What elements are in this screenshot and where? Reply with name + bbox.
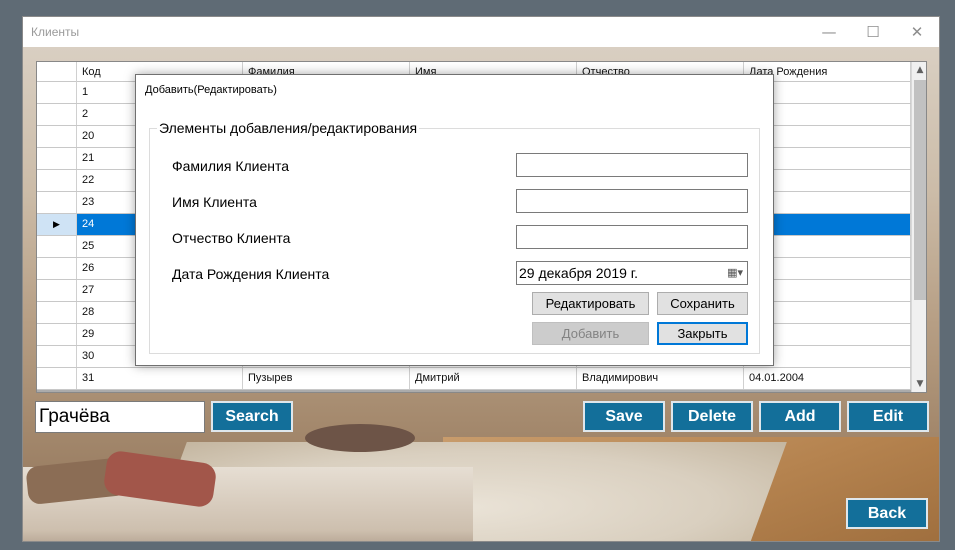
row-indicator-icon[interactable] [37,126,77,147]
dialog-add-button: Добавить [532,322,649,345]
cell-familiya[interactable]: Пузырев [243,368,410,389]
title-bar: Клиенты — ☐ ✕ [23,17,939,47]
imya-label: Имя Клиента [172,194,257,210]
grid-scrollbar[interactable]: ▲ ▼ [911,62,926,392]
cell-kod[interactable]: 31 [77,368,243,389]
cell-date[interactable]: 04.01.2004 [744,368,911,389]
table-row[interactable]: 31 Пузырев Дмитрий Владимирович 04.01.2004 [37,368,911,390]
row-indicator-icon[interactable]: ▶ [37,214,77,235]
close-icon[interactable]: ✕ [895,21,939,43]
back-button[interactable]: Back [846,498,928,529]
familiya-label: Фамилия Клиента [172,158,290,174]
minimize-icon[interactable]: — [807,21,851,43]
dialog-title: Добавить(Редактировать) [145,84,277,96]
row-indicator-icon[interactable] [37,346,77,367]
groupbox-title: Элементы добавления/редактирования [157,120,420,136]
row-indicator-icon[interactable] [37,104,77,125]
window-title: Клиенты [31,25,80,39]
scroll-up-icon[interactable]: ▲ [912,62,926,78]
birthdate-value: 29 декабря 2019 г. [519,265,639,281]
background-lamp [305,424,415,452]
familiya-field[interactable] [516,153,748,177]
date-label: Дата Рождения Клиента [172,266,330,282]
row-indicator-icon[interactable] [37,280,77,301]
dialog-edit-button[interactable]: Редактировать [532,292,649,315]
maximize-icon[interactable]: ☐ [851,21,895,43]
search-input[interactable] [35,401,205,433]
add-edit-dialog: Добавить(Редактировать) Элементы добавле… [135,74,774,366]
row-indicator-icon[interactable] [37,258,77,279]
cell-imya[interactable]: Дмитрий [410,368,577,389]
grid-header-corner [37,62,77,82]
row-indicator-icon[interactable] [37,170,77,191]
save-button[interactable]: Save [583,401,665,432]
delete-button[interactable]: Delete [671,401,753,432]
imya-field[interactable] [516,189,748,213]
add-button[interactable]: Add [759,401,841,432]
row-indicator-icon[interactable] [37,148,77,169]
otchestvo-label: Отчество Клиента [172,230,291,246]
calendar-icon[interactable]: ▦▾ [727,262,743,284]
row-indicator-icon[interactable] [37,324,77,345]
scroll-down-icon[interactable]: ▼ [912,376,926,392]
row-indicator-icon[interactable] [37,302,77,323]
row-indicator-icon[interactable] [37,236,77,257]
otchestvo-field[interactable] [516,225,748,249]
dialog-save-button[interactable]: Сохранить [657,292,748,315]
cell-otchestvo[interactable]: Владимирович [577,368,744,389]
row-indicator-icon[interactable] [37,192,77,213]
edit-button[interactable]: Edit [847,401,929,432]
birthdate-picker[interactable]: 29 декабря 2019 г. ▦▾ [516,261,748,285]
scrollbar-thumb[interactable] [914,80,926,300]
dialog-close-button[interactable]: Закрыть [657,322,748,345]
row-indicator-icon[interactable] [37,82,77,103]
search-button[interactable]: Search [211,401,293,432]
row-indicator-icon[interactable] [37,368,77,389]
dialog-groupbox: Элементы добавления/редактирования Фамил… [149,120,760,354]
